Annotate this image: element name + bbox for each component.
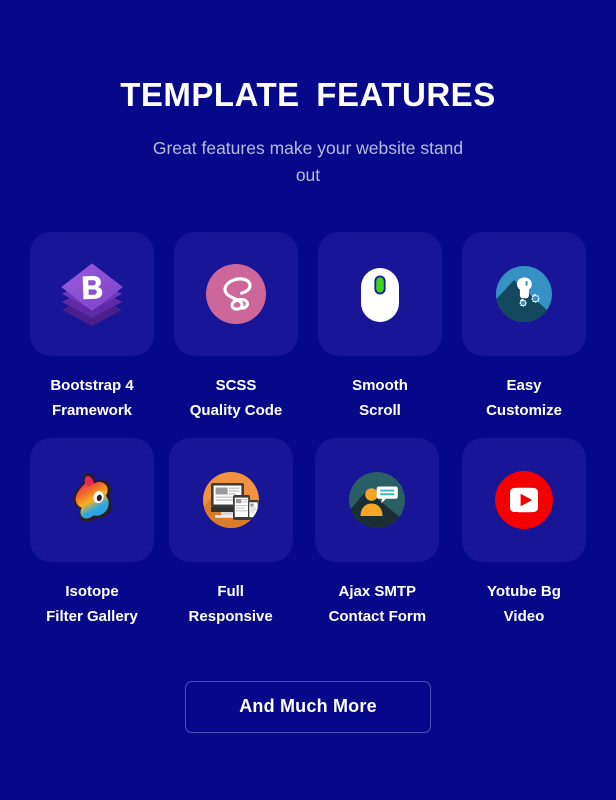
feature-item-scss[interactable]: SCSS Quality Code <box>174 232 298 423</box>
cta-section: And Much More <box>0 680 616 733</box>
feature-label: Smooth Scroll <box>352 377 408 420</box>
feature-row: Bootstrap 4 Framework SCSS Quality Code <box>30 232 586 423</box>
feature-grid: Bootstrap 4 Framework SCSS Quality Code <box>30 232 586 629</box>
feature-card[interactable] <box>318 232 442 357</box>
youtube-logo-icon <box>494 470 553 529</box>
feature-card[interactable] <box>461 437 586 562</box>
feature-label: Isotope Filter Gallery <box>46 582 138 625</box>
feature-item-bootstrap[interactable]: Bootstrap 4 Framework <box>30 232 154 423</box>
template-features-page: TEMPLATE FEATURES Great features make yo… <box>0 0 616 800</box>
feature-label: Ajax SMTP Contact Form <box>328 582 427 625</box>
feature-label: Easy Customize <box>486 377 562 420</box>
feature-item-responsive[interactable]: Full Responsive <box>168 437 293 629</box>
feature-card[interactable] <box>315 437 440 562</box>
feature-item-smooth-scroll[interactable]: Smooth Scroll <box>318 232 442 423</box>
wrench-gear-icon <box>496 266 552 323</box>
isotope-logo-icon <box>73 472 113 522</box>
feature-item-isotope[interactable]: Isotope Filter Gallery <box>30 437 154 629</box>
contact-person-chat-icon <box>349 471 406 528</box>
feature-label: Bootstrap 4 Framework <box>50 377 134 420</box>
feature-card[interactable] <box>462 232 586 357</box>
feature-card[interactable] <box>168 437 293 562</box>
page-subtitle: Great features make your website stand o… <box>152 137 464 186</box>
feature-card[interactable] <box>174 232 298 357</box>
feature-item-easy-customize[interactable]: Easy Customize <box>462 232 586 423</box>
sass-scss-logo-icon <box>206 264 266 325</box>
and-much-more-button[interactable]: And Much More <box>185 680 431 733</box>
page-header: TEMPLATE FEATURES Great features make yo… <box>0 0 616 189</box>
bootstrap-logo-icon <box>61 263 123 327</box>
feature-item-youtube[interactable]: Yotube Bg Video <box>461 437 586 629</box>
feature-label: SCSS Quality Code <box>189 377 283 420</box>
computer-mouse-icon <box>361 264 399 323</box>
feature-label: Yotube Bg Video <box>487 582 561 625</box>
feature-card[interactable] <box>30 232 154 357</box>
responsive-devices-icon <box>202 471 259 528</box>
feature-card[interactable] <box>30 437 154 562</box>
feature-row: Isotope Filter Gallery Full Responsive A… <box>30 437 586 629</box>
feature-label: Full Responsive <box>188 582 273 625</box>
page-title: TEMPLATE FEATURES <box>120 76 496 113</box>
feature-item-ajax-smtp[interactable]: Ajax SMTP Contact Form <box>307 437 447 629</box>
